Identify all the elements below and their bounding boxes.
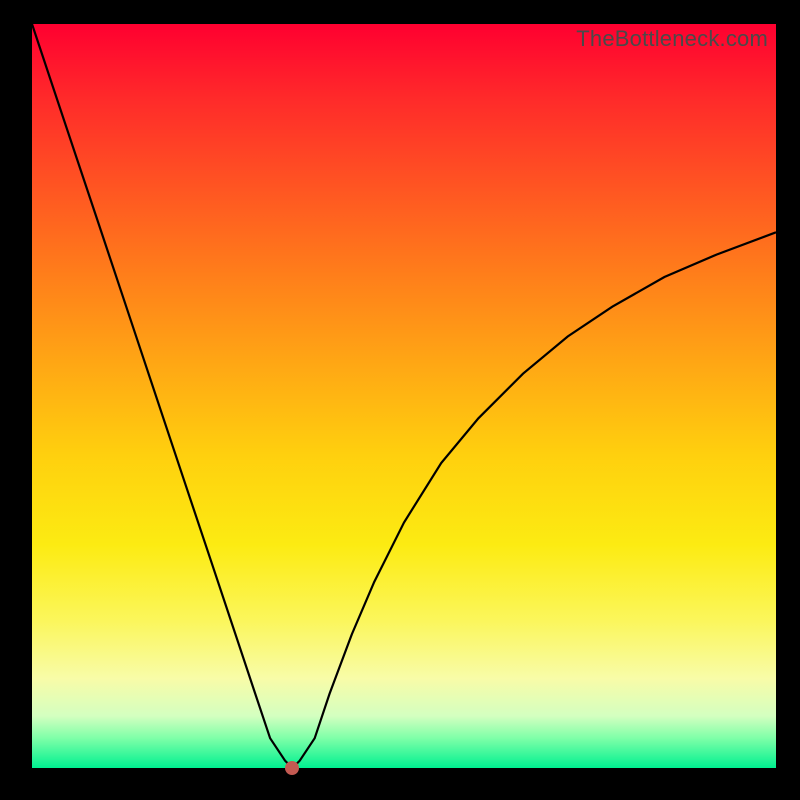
chart-frame: TheBottleneck.com — [0, 0, 800, 800]
plot-area: TheBottleneck.com — [32, 24, 776, 768]
bottleneck-curve — [32, 24, 776, 768]
minimum-marker — [285, 761, 299, 775]
